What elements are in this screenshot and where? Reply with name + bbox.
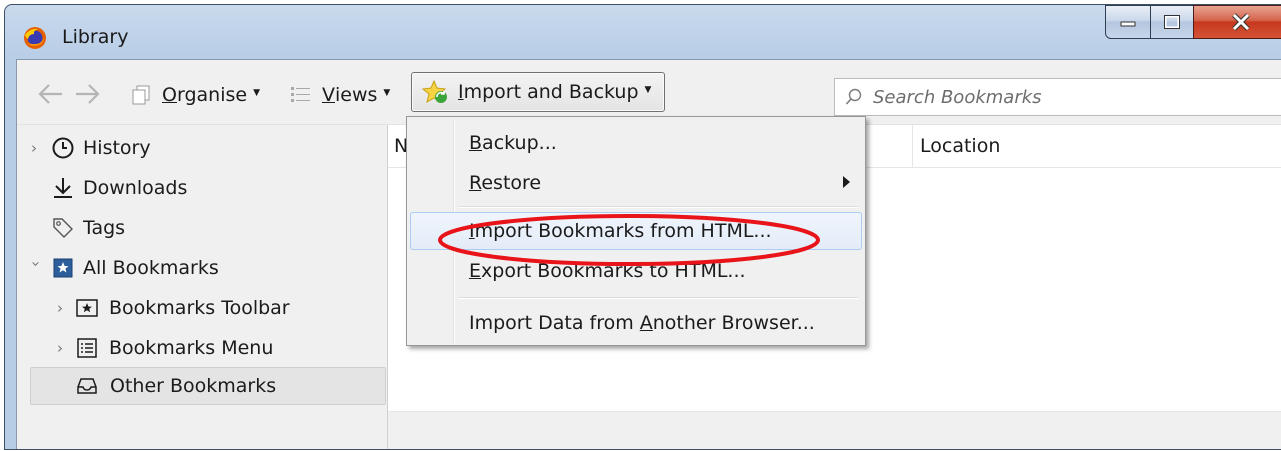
menu-list-icon bbox=[77, 338, 97, 358]
sidebar-item-history[interactable]: › History bbox=[17, 130, 387, 166]
import-backup-label: mport and Backup bbox=[463, 81, 639, 103]
back-arrow-icon[interactable] bbox=[35, 82, 65, 106]
import-backup-dropdown-menu: Backup... Restore Import Bookmarks from … bbox=[406, 116, 866, 346]
close-button[interactable] bbox=[1193, 5, 1281, 39]
places-sidebar: › History Downloads Tags › All Bookmarks… bbox=[17, 125, 388, 449]
menu-item-import-data-another-browser[interactable]: Import Data from Another Browser... bbox=[410, 304, 862, 342]
clock-icon bbox=[52, 137, 74, 159]
menu-item-label: ackup... bbox=[482, 132, 557, 154]
access-key: E bbox=[469, 260, 482, 282]
download-icon bbox=[54, 178, 72, 198]
dropdown-arrow-icon: ▼ bbox=[253, 88, 260, 98]
tag-icon bbox=[53, 218, 73, 238]
organise-menu-button[interactable]: Organise ▼ bbox=[130, 80, 260, 110]
import-star-icon bbox=[422, 80, 447, 104]
chevron-down-icon[interactable]: › bbox=[27, 261, 45, 275]
sidebar-item-label: All Bookmarks bbox=[83, 257, 219, 279]
menu-item-label: estore bbox=[481, 172, 542, 194]
sidebar-item-bookmarks-toolbar[interactable]: › Bookmarks Toolbar bbox=[17, 290, 387, 326]
sidebar-item-label: Other Bookmarks bbox=[110, 375, 277, 397]
organise-label: rganise bbox=[176, 84, 248, 106]
search-box[interactable] bbox=[834, 78, 1281, 116]
column-divider[interactable] bbox=[912, 125, 913, 167]
column-header-location[interactable]: Location bbox=[920, 135, 1000, 157]
dropdown-arrow-icon: ▼ bbox=[383, 88, 391, 98]
sidebar-item-downloads[interactable]: Downloads bbox=[17, 170, 387, 206]
import-backup-menu-button[interactable]: Import and Backup ▼ bbox=[411, 72, 665, 112]
menu-item-restore[interactable]: Restore bbox=[410, 164, 862, 202]
details-pane bbox=[388, 411, 1281, 449]
organise-icon bbox=[132, 85, 150, 105]
menu-item-import-bookmarks-html[interactable]: Import Bookmarks from HTML... bbox=[410, 212, 862, 250]
minimize-icon bbox=[1120, 21, 1136, 27]
maximize-icon bbox=[1164, 15, 1180, 29]
bookmarks-star-icon bbox=[53, 258, 73, 278]
submenu-arrow-icon bbox=[843, 176, 850, 188]
maximize-button[interactable] bbox=[1150, 5, 1194, 39]
chevron-right-icon[interactable]: › bbox=[57, 339, 71, 357]
organise-access-key: O bbox=[162, 84, 177, 106]
sidebar-item-other-bookmarks[interactable]: Other Bookmarks bbox=[30, 367, 386, 405]
toolbar-star-icon bbox=[76, 299, 98, 317]
access-key: R bbox=[469, 172, 482, 194]
forward-arrow-icon[interactable] bbox=[73, 82, 103, 106]
views-access-key: V bbox=[322, 84, 335, 106]
firefox-icon bbox=[24, 27, 46, 49]
minimize-button[interactable] bbox=[1105, 5, 1151, 39]
sidebar-item-label: Bookmarks Toolbar bbox=[109, 297, 290, 319]
menu-item-label: Import Data from bbox=[469, 312, 640, 334]
menu-separator bbox=[458, 297, 858, 299]
close-icon bbox=[1232, 13, 1250, 31]
menu-separator bbox=[458, 206, 858, 208]
views-list-icon bbox=[291, 87, 310, 102]
sidebar-item-label: History bbox=[83, 137, 151, 159]
menu-item-label: nother Browser... bbox=[652, 312, 815, 334]
sidebar-item-tags[interactable]: Tags bbox=[17, 210, 387, 246]
sidebar-item-bookmarks-menu[interactable]: › Bookmarks Menu bbox=[17, 330, 387, 366]
menu-item-export-bookmarks-html[interactable]: Export Bookmarks to HTML... bbox=[410, 252, 862, 290]
dropdown-arrow-icon: ▼ bbox=[644, 85, 652, 95]
sidebar-item-label: Tags bbox=[83, 217, 126, 239]
access-key: B bbox=[469, 132, 483, 154]
title-bar[interactable]: Library bbox=[5, 5, 1281, 59]
menu-item-label: xport Bookmarks to HTML... bbox=[481, 260, 746, 282]
search-input[interactable] bbox=[871, 81, 1275, 113]
chevron-right-icon[interactable]: › bbox=[57, 299, 71, 317]
menu-item-label: mport Bookmarks from HTML... bbox=[474, 220, 772, 242]
window-title: Library bbox=[62, 26, 129, 48]
sidebar-item-all-bookmarks[interactable]: › All Bookmarks bbox=[17, 250, 387, 286]
inbox-tray-icon bbox=[77, 378, 97, 394]
sidebar-item-label: Bookmarks Menu bbox=[109, 337, 274, 359]
search-icon bbox=[845, 88, 862, 105]
views-label: iews bbox=[335, 84, 378, 106]
views-menu-button[interactable]: Views ▼ bbox=[290, 80, 390, 110]
menu-item-backup[interactable]: Backup... bbox=[410, 124, 862, 162]
chevron-right-icon[interactable]: › bbox=[31, 139, 45, 157]
access-key: A bbox=[639, 312, 653, 334]
sidebar-item-label: Downloads bbox=[83, 177, 188, 199]
